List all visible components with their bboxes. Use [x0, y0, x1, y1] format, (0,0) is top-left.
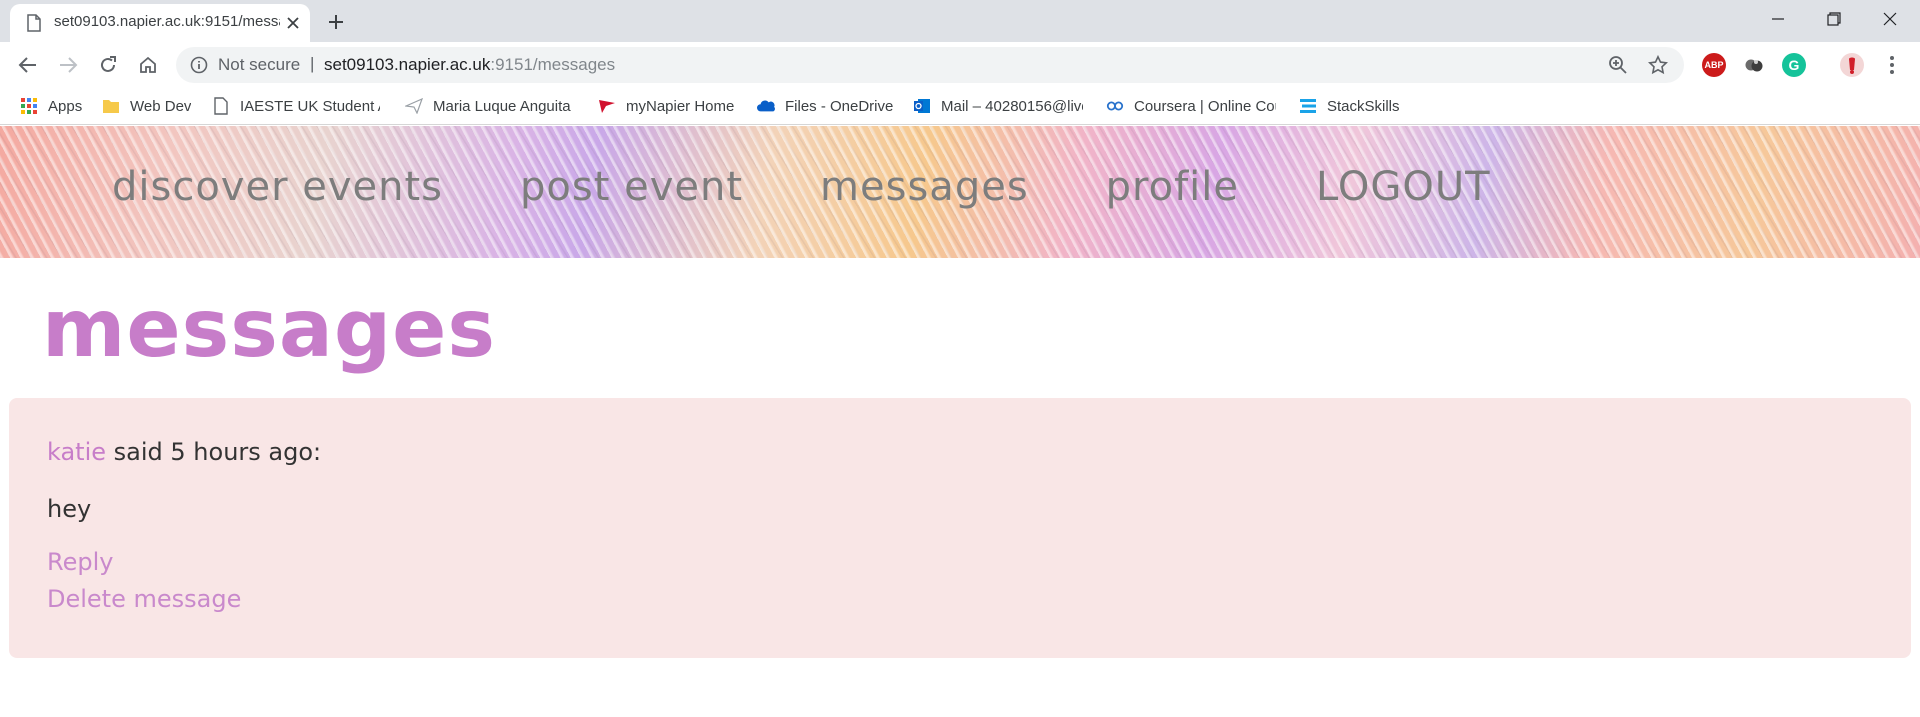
reload-icon[interactable] — [94, 51, 122, 79]
url-text[interactable]: set09103.napier.ac.uk:9151/messages — [324, 55, 615, 75]
message-author-link[interactable]: katie — [47, 438, 106, 466]
nav-messages[interactable]: messages — [820, 164, 1029, 210]
new-tab-button[interactable] — [322, 8, 350, 36]
forward-arrow-icon[interactable] — [54, 51, 82, 79]
stackskills-icon — [1299, 97, 1317, 115]
address-separator: | — [310, 54, 315, 73]
bookmark-label: IAESTE UK Student Ap — [240, 97, 380, 115]
nav-profile[interactable]: profile — [1106, 164, 1239, 210]
outlook-icon — [913, 97, 931, 115]
security-label: Not secure — [218, 55, 301, 74]
zoom-icon[interactable] — [1608, 55, 1628, 75]
bookmarks-bar: Apps Web Dev IAESTE UK Student Ap Maria … — [0, 88, 1920, 125]
browser-tab[interactable]: set09103.napier.ac.uk:9151/messages — [10, 4, 310, 42]
bookmark-label: Mail – 40280156@live — [941, 97, 1083, 115]
bookmark-label: Apps — [48, 97, 83, 115]
home-icon[interactable] — [134, 51, 162, 79]
folder-icon — [102, 97, 120, 115]
page-icon — [26, 14, 42, 32]
tab-title: set09103.napier.ac.uk:9151/messages — [54, 13, 280, 30]
adblock-label: ABP — [1704, 60, 1724, 70]
bookmark-onedrive[interactable]: Files - OneDrive — [757, 94, 893, 118]
nav-logout[interactable]: LOGOUT — [1316, 164, 1491, 210]
message-meta: katie said 5 hours ago: — [47, 438, 321, 466]
bookmark-mynapier[interactable]: myNapier Home — [598, 94, 734, 118]
bookmark-maria[interactable]: Maria Luque Anguita — [405, 94, 573, 118]
url-path: :9151/messages — [490, 55, 616, 74]
url-host: set09103.napier.ac.uk — [324, 55, 491, 74]
nav-discover-events[interactable]: discover events — [112, 164, 443, 210]
profile-avatar-icon[interactable] — [1840, 53, 1864, 77]
grammarly-label: G — [1788, 57, 1800, 73]
restore-icon[interactable] — [1806, 0, 1862, 38]
message-card: katie said 5 hours ago: hey Reply Delete… — [9, 398, 1911, 658]
bookmark-mail[interactable]: Mail – 40280156@live — [913, 94, 1083, 118]
reply-link[interactable]: Reply — [47, 548, 113, 576]
bookmark-label: StackSkills — [1327, 97, 1400, 115]
message-timestamp: said 5 hours ago: — [106, 438, 322, 466]
page-title: Messages — [42, 282, 496, 375]
bookmark-label: Files - OneDrive — [785, 97, 894, 115]
back-arrow-icon[interactable] — [14, 51, 42, 79]
bookmark-label: Maria Luque Anguita — [433, 97, 571, 115]
adblock-icon[interactable]: ABP — [1702, 53, 1726, 77]
nav-post-event[interactable]: post event — [520, 164, 743, 210]
close-icon[interactable] — [282, 12, 304, 34]
bookmark-apps[interactable]: Apps — [20, 94, 82, 118]
browser-tab-strip: set09103.napier.ac.uk:9151/messages — [0, 0, 1920, 42]
napier-flag-icon — [598, 97, 616, 115]
info-icon[interactable] — [190, 56, 208, 74]
bookmark-label: Coursera | Online Cou — [1134, 97, 1276, 115]
site-header-banner: discover events post event messages prof… — [0, 126, 1920, 258]
site-nav: discover events post event messages prof… — [112, 164, 1568, 210]
paper-plane-icon — [405, 97, 423, 115]
bookmark-coursera[interactable]: Coursera | Online Cou — [1106, 94, 1276, 118]
bookmark-star-icon[interactable] — [1648, 55, 1668, 75]
delete-message-link[interactable]: Delete message — [47, 585, 241, 613]
bookmark-label: Web Dev — [130, 97, 192, 115]
onedrive-cloud-icon — [757, 97, 775, 115]
page-icon — [212, 97, 230, 115]
message-body: hey — [47, 495, 92, 523]
bookmark-iaeste[interactable]: IAESTE UK Student Ap — [212, 94, 380, 118]
extension-icon[interactable] — [1742, 53, 1766, 77]
window-close-icon[interactable] — [1862, 0, 1918, 38]
browser-toolbar: Not secure | set09103.napier.ac.uk:9151/… — [0, 42, 1920, 88]
apps-grid-icon — [20, 97, 38, 115]
address-bar[interactable]: Not secure | set09103.napier.ac.uk:9151/… — [176, 47, 1684, 83]
bookmark-stackskills[interactable]: StackSkills — [1299, 94, 1400, 118]
minimize-icon[interactable] — [1750, 0, 1806, 38]
bookmark-web-dev[interactable]: Web Dev — [102, 94, 191, 118]
coursera-icon — [1106, 97, 1124, 115]
grammarly-icon[interactable]: G — [1782, 53, 1806, 77]
bookmark-label: myNapier Home — [626, 97, 735, 115]
menu-dots-icon[interactable] — [1880, 53, 1904, 77]
